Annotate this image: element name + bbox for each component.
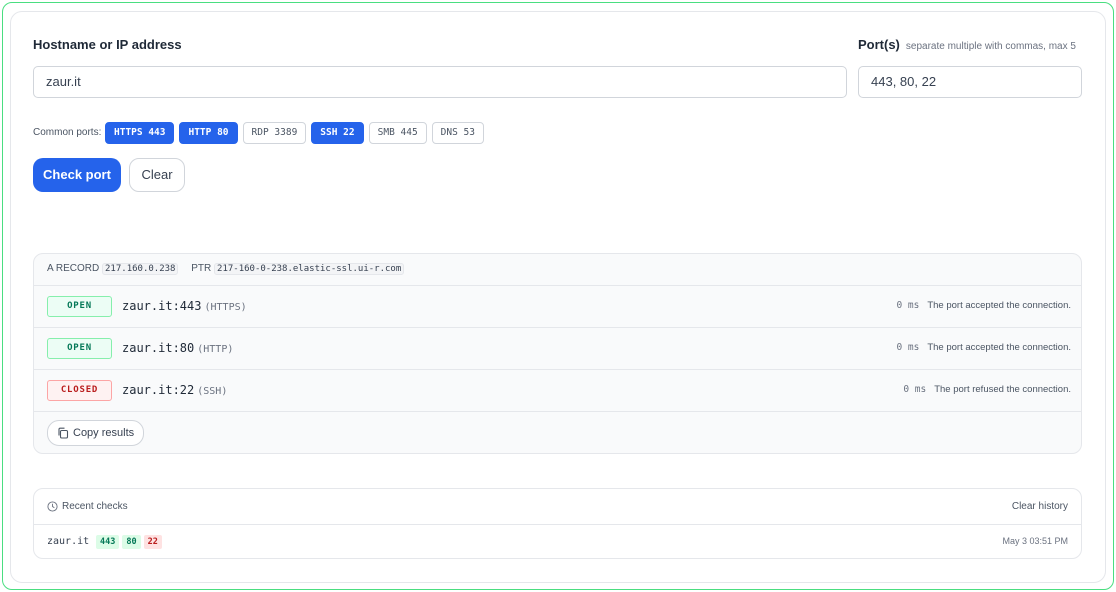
hostname-label: Hostname or IP address bbox=[33, 37, 182, 52]
result-row: OPEN zaur.it:80 (HTTP) 0 ms The port accep… bbox=[34, 327, 1081, 369]
target-host-port: zaur.it:443 bbox=[122, 299, 202, 313]
result-message: The port accepted the connection. bbox=[927, 342, 1071, 353]
port-chip-https[interactable]: HTTPS 443 bbox=[105, 122, 175, 144]
result-target: zaur.it:22 (SSH) bbox=[122, 383, 227, 397]
results-footer bbox=[34, 411, 1081, 453]
results-panel: A RECORD 217.160.0.238 PTR 217-160-0-238… bbox=[33, 253, 1082, 454]
target-host-port: zaur.it:22 bbox=[122, 383, 195, 397]
clear-history-link[interactable]: Clear history bbox=[1012, 501, 1068, 512]
ports-input[interactable]: 443, 80, 22 bbox=[858, 66, 1082, 98]
result-meta: 0 ms The port accepted the connection. bbox=[896, 342, 1071, 353]
latency: 0 ms bbox=[896, 300, 920, 311]
a-record-value: 217.160.0.238 bbox=[102, 263, 179, 275]
copy-results-button[interactable]: Copy results bbox=[47, 420, 144, 446]
clear-button[interactable]: Clear bbox=[129, 158, 185, 192]
result-target: zaur.it:80 (HTTP) bbox=[122, 341, 233, 355]
copy-icon bbox=[58, 427, 69, 439]
recent-item-host[interactable]: zaur.it bbox=[47, 536, 89, 547]
port-chip-http[interactable]: HTTP 80 bbox=[179, 122, 238, 144]
check-port-button[interactable]: Check port bbox=[33, 158, 121, 192]
result-target: zaur.it:443 (HTTPS) bbox=[122, 299, 247, 313]
status-badge: CLOSED bbox=[47, 380, 112, 401]
result-row: OPEN zaur.it:443 (HTTPS) 0 ms The port acc… bbox=[34, 285, 1081, 327]
target-service: (HTTP) bbox=[197, 344, 234, 355]
port-chip-ssh[interactable]: SSH 22 bbox=[311, 122, 364, 144]
target-service: (HTTPS) bbox=[204, 302, 247, 313]
port-chip-dns[interactable]: DNS 53 bbox=[431, 122, 484, 144]
port-tag: 80 bbox=[122, 535, 141, 549]
ports-hint: separate multiple with commas, max 5 bbox=[905, 41, 1076, 52]
copy-results-label: Copy results bbox=[73, 427, 135, 439]
target-host-port: zaur.it:80 bbox=[122, 341, 195, 355]
recent-checks-header: Recent checks Clear history bbox=[34, 489, 1081, 525]
clock-icon bbox=[47, 501, 58, 512]
status-badge: OPEN bbox=[47, 296, 112, 317]
port-tag: 22 bbox=[143, 535, 162, 549]
port-chip-rdp[interactable]: RDP 3389 bbox=[242, 122, 307, 144]
ports-label-text: Port(s) bbox=[858, 37, 900, 52]
recent-checks-panel: Recent checks Clear history zaur.it 443 … bbox=[33, 488, 1082, 559]
hostname-input[interactable]: zaur.it bbox=[33, 66, 847, 98]
recent-item-time: May 3 03:51 PM bbox=[1002, 536, 1068, 546]
ptr-label: PTR bbox=[191, 263, 212, 274]
common-ports-chips: HTTPS 443 HTTP 80 RDP 3389 SSH 22 SMB 44… bbox=[105, 122, 484, 144]
port-chip-smb[interactable]: SMB 445 bbox=[368, 122, 427, 144]
ptr-value: 217-160-0-238.elastic-ssl.ui-r.com bbox=[214, 263, 405, 275]
latency: 0 ms bbox=[903, 384, 927, 395]
latency: 0 ms bbox=[896, 342, 920, 353]
target-service: (SSH) bbox=[197, 386, 228, 397]
result-row: CLOSED zaur.it:22 (SSH) 0 ms The port refu… bbox=[34, 369, 1081, 411]
ports-label: Port(s) separate multiple with commas, ma… bbox=[858, 37, 1076, 52]
a-record-label: A RECORD bbox=[47, 263, 100, 274]
result-message: The port refused the connection. bbox=[934, 384, 1071, 395]
result-meta: 0 ms The port accepted the connection. bbox=[896, 300, 1071, 311]
result-meta: 0 ms The port refused the connection. bbox=[903, 384, 1071, 395]
recent-item-ports: 443 80 22 bbox=[96, 535, 162, 549]
common-ports-label: Common ports: bbox=[33, 127, 102, 138]
dns-info: A RECORD 217.160.0.238 PTR 217-160-0-238… bbox=[47, 263, 405, 275]
recent-checks-title: Recent checks bbox=[62, 501, 128, 512]
status-badge: OPEN bbox=[47, 338, 112, 359]
result-message: The port accepted the connection. bbox=[927, 300, 1071, 311]
port-tag: 443 bbox=[96, 535, 120, 549]
